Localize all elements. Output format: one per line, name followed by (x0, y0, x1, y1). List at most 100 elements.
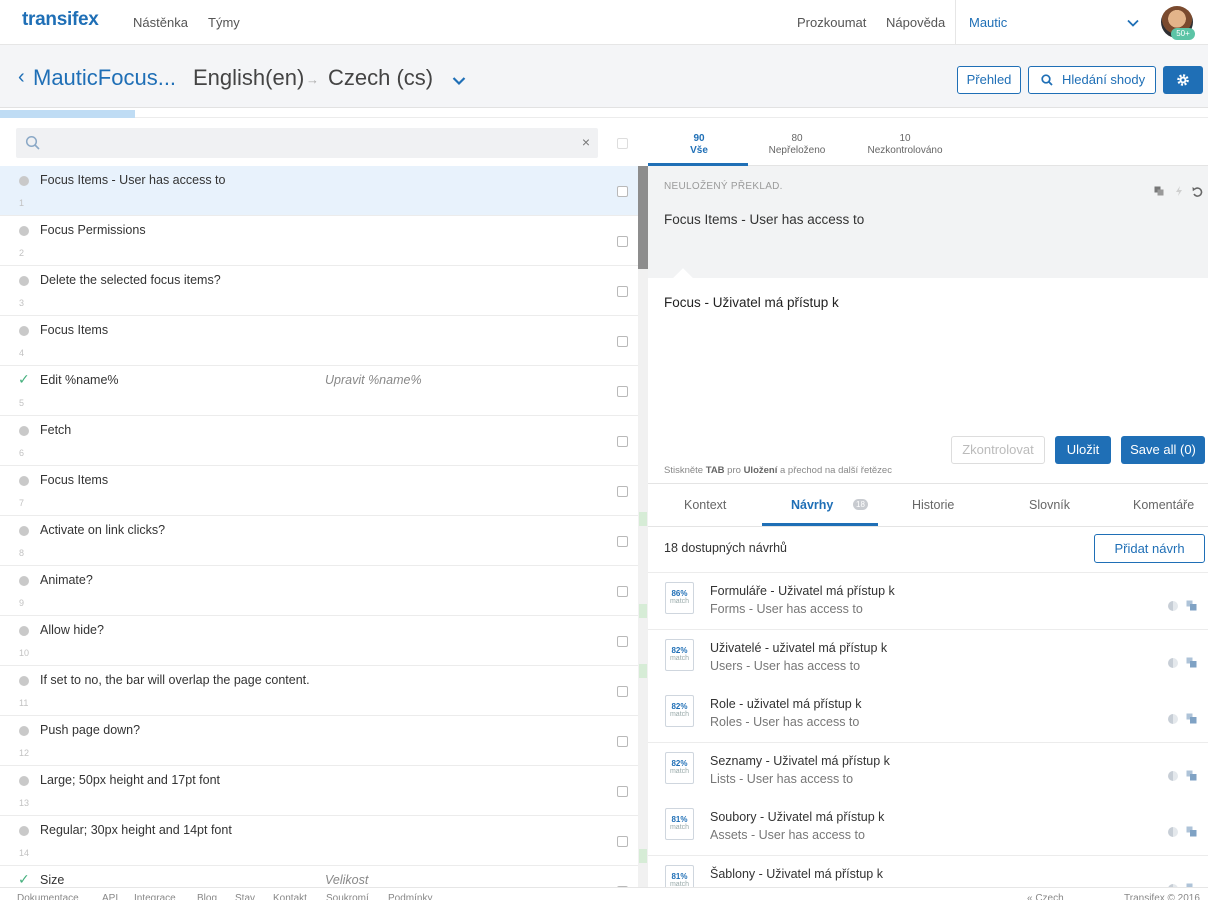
transifex-logo[interactable]: transifex (22, 9, 99, 31)
copy-source-icon[interactable] (1154, 186, 1164, 196)
half-circle-icon[interactable] (1168, 601, 1178, 611)
row-checkbox[interactable] (617, 336, 628, 347)
suggestion-item[interactable]: 81% match Šablony - Uživatel má přístup k (648, 855, 1208, 887)
hint-key: TAB (705, 465, 725, 476)
footer-link[interactable]: Integrace (134, 893, 176, 900)
half-circle-icon[interactable] (1168, 714, 1178, 724)
string-row[interactable]: Fetch 6 (0, 416, 638, 466)
string-source: Focus Items - User has access to (40, 173, 226, 187)
string-row[interactable]: Delete the selected focus items? 3 (0, 266, 638, 316)
half-circle-icon[interactable] (1168, 657, 1178, 668)
tab-context[interactable]: Kontext (684, 498, 726, 512)
string-number: 3 (19, 298, 25, 308)
lightning-icon[interactable] (1175, 186, 1183, 196)
search-input[interactable] (50, 133, 570, 153)
suggestion-item[interactable]: 82% match Seznamy - Uživatel má přístup k L… (648, 742, 1208, 800)
row-checkbox[interactable] (617, 536, 628, 547)
find-matches-button[interactable]: Hledání shody (1028, 66, 1156, 94)
string-number: 10 (19, 648, 30, 658)
string-row[interactable]: ✓SizeVelikost15 (0, 866, 638, 887)
tab-all[interactable]: 90 Vše (687, 133, 711, 157)
row-checkbox[interactable] (617, 786, 628, 797)
tab-history[interactable]: Historie (912, 498, 954, 512)
footer-link[interactable]: API (102, 893, 118, 900)
tab-glossary[interactable]: Slovník (1029, 498, 1070, 512)
string-row[interactable]: Activate on link clicks? 8 (0, 516, 638, 566)
string-row[interactable]: Push page down? 12 (0, 716, 638, 766)
project-selector[interactable]: Mautic (955, 0, 1153, 45)
suggestion-item[interactable]: 82% match Uživatelé - uživatel má přístup … (648, 629, 1208, 687)
suggestion-item[interactable]: 82% match Role - uživatel má přístup k Role… (648, 686, 1208, 743)
settings-button[interactable] (1163, 66, 1203, 94)
suggestion-item[interactable]: 86% match Formuláře - Uživatel má přístup … (648, 573, 1208, 630)
language-chevron-down-icon[interactable] (452, 76, 466, 86)
string-number: 5 (19, 398, 25, 408)
string-row[interactable]: Regular; 30px height and 14pt font 14 (0, 816, 638, 866)
string-row[interactable]: Focus Permissions 2 (0, 216, 638, 266)
row-checkbox[interactable] (617, 186, 628, 197)
suggestion-item[interactable]: 81% match Soubory - Uživatel má přístup k A… (648, 799, 1208, 856)
string-search[interactable]: × (16, 128, 598, 158)
unsaved-translation-label: NEULOŽENÝ PŘEKLAD. (664, 181, 783, 192)
half-circle-icon[interactable] (1168, 827, 1178, 837)
copy-icon[interactable] (1186, 826, 1197, 837)
string-row[interactable]: Focus Items 7 (0, 466, 638, 516)
nav-link-help[interactable]: Nápověda (886, 15, 945, 30)
back-arrow-icon[interactable]: ‹ (18, 66, 25, 89)
nav-link-teams[interactable]: Týmy (208, 15, 240, 30)
nav-link-explore[interactable]: Prozkoumat (797, 15, 866, 30)
row-checkbox[interactable] (617, 486, 628, 497)
footer-link[interactable]: Soukromí (326, 893, 369, 900)
string-row[interactable]: If set to no, the bar will overlap the p… (0, 666, 638, 716)
footer-link[interactable]: Dokumentace (17, 893, 79, 900)
copy-icon[interactable] (1186, 600, 1197, 611)
clear-search-icon[interactable]: × (582, 134, 590, 150)
row-checkbox[interactable] (617, 636, 628, 647)
string-row[interactable]: Focus Items 4 (0, 316, 638, 366)
footer-language[interactable]: « Czech (1027, 893, 1064, 900)
row-checkbox[interactable] (617, 586, 628, 597)
add-suggestion-button[interactable]: Přidat návrh (1094, 534, 1205, 563)
review-button[interactable]: Zkontrolovat (951, 436, 1045, 464)
tab-suggestions[interactable]: Návrhy (791, 498, 833, 512)
target-language[interactable]: Czech (cs) (328, 65, 433, 91)
copy-icon[interactable] (1186, 713, 1197, 724)
nav-link-dashboard[interactable]: Nástěnka (133, 15, 188, 30)
save-all-button[interactable]: Save all (0) (1121, 436, 1205, 464)
string-row[interactable]: Large; 50px height and 17pt font 13 (0, 766, 638, 816)
translation-editor[interactable]: Focus - Uživatel má přístup k (664, 295, 839, 310)
save-button[interactable]: Uložit (1055, 436, 1111, 464)
string-row[interactable]: ✓ Edit %name% Upravit %name% 5 (0, 366, 638, 416)
row-checkbox[interactable] (617, 386, 628, 397)
untranslated-status-icon (19, 676, 29, 686)
row-checkbox[interactable] (617, 736, 628, 747)
row-checkbox[interactable] (617, 686, 628, 697)
footer-link[interactable]: Podmínky (388, 893, 432, 900)
footer-link[interactable]: Stav (235, 893, 255, 900)
tab-untranslated[interactable]: 80 Nepřeloženo (762, 133, 832, 157)
row-checkbox[interactable] (617, 436, 628, 447)
tab-comments[interactable]: Komentáře (1133, 498, 1194, 512)
string-row[interactable]: Animate? 9 (0, 566, 638, 616)
row-checkbox[interactable] (617, 236, 628, 247)
match-percent: 82% (671, 702, 688, 711)
scrollbar-thumb[interactable] (638, 166, 648, 269)
copy-icon[interactable] (1186, 770, 1197, 781)
overview-button[interactable]: Přehled (957, 66, 1021, 94)
undo-icon[interactable] (1192, 186, 1203, 197)
row-checkbox[interactable] (617, 286, 628, 297)
string-number: 12 (19, 748, 30, 758)
copy-icon[interactable] (1186, 657, 1197, 668)
project-title[interactable]: MauticFocus... (33, 65, 176, 91)
half-circle-icon[interactable] (1168, 770, 1178, 781)
string-row[interactable]: Allow hide? 10 (0, 616, 638, 666)
string-list-scrollbar[interactable] (638, 166, 648, 887)
select-all-checkbox[interactable] (617, 138, 628, 149)
match-percent: 81% (671, 815, 688, 824)
string-row[interactable]: Focus Items - User has access to 1 (0, 166, 638, 216)
row-checkbox[interactable] (617, 836, 628, 847)
match-label: match (669, 767, 690, 775)
footer-link[interactable]: Kontakt (273, 893, 307, 900)
tab-unreviewed[interactable]: 10 Nezkontrolováno (861, 133, 949, 157)
footer-link[interactable]: Blog (197, 893, 217, 900)
